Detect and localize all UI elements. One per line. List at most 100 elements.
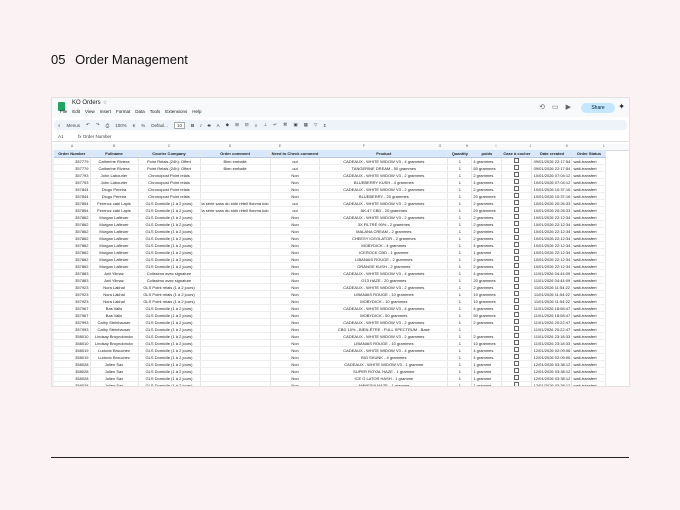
table-cell[interactable]: Bas Valls <box>90 304 139 312</box>
italic-icon[interactable]: I <box>200 123 201 128</box>
checkbox[interactable] <box>514 333 520 338</box>
table-cell[interactable]: GLS Domicile (1 à 2 jours) <box>138 332 201 340</box>
checkbox[interactable] <box>514 221 520 226</box>
checkbox[interactable] <box>514 277 520 282</box>
table-cell[interactable]: GLS Domicile (1 à 2 jours) <box>138 346 201 354</box>
table-cell[interactable]: 2 grammes <box>471 332 503 340</box>
table-cell[interactable]: Non <box>270 346 321 354</box>
table-cell[interactable]: Nora Lakhal <box>90 283 139 291</box>
table-cell[interactable]: Non <box>270 269 321 277</box>
table-cell[interactable]: wait-transfert <box>571 199 607 207</box>
table-cell[interactable] <box>200 304 271 312</box>
table-cell[interactable]: wait-transfert <box>571 220 607 228</box>
share-button[interactable]: Share <box>581 103 615 113</box>
table-cell[interactable]: 357862 <box>54 213 91 221</box>
table-cell[interactable]: Catherine Riviera <box>90 164 139 172</box>
menu-item-view[interactable]: View <box>85 109 95 114</box>
table-cell[interactable]: GLS Domicile (1 à 2 jours) <box>138 262 201 270</box>
table-cell[interactable]: Non <box>270 185 321 193</box>
menu-item-format[interactable]: Format <box>116 109 130 114</box>
gemini-icon[interactable]: ✦ <box>618 102 625 111</box>
table-cell[interactable]: Non <box>270 255 321 263</box>
table-cell[interactable]: 50 grammes <box>471 164 503 172</box>
table-cell[interactable]: SUPER ROYAL HAZE - 1 gramme <box>319 367 449 375</box>
column-letter[interactable]: H <box>452 144 482 148</box>
table-cell[interactable] <box>200 185 271 193</box>
table-cell[interactable]: 2 grammes <box>471 220 503 228</box>
table-cell[interactable]: Non <box>270 360 321 368</box>
table-cell[interactable]: 357862 <box>54 255 91 263</box>
table-cell[interactable]: 1 <box>447 283 473 291</box>
table-cell[interactable]: GLS Domicile (1 à 2 jours) <box>138 234 201 242</box>
table-cell[interactable]: 1 <box>447 318 473 326</box>
table-cell[interactable]: MOBYDICK - 10 grammes <box>319 297 449 305</box>
table-cell[interactable]: 4 grammes <box>471 157 503 165</box>
table-cell[interactable]: GLS Domicile (1 à 2 jours) <box>138 325 201 333</box>
table-cell[interactable]: 11/01/2026 04:44:09 <box>531 276 573 284</box>
table-cell[interactable]: GLS Domicile (1 à 2 jours) <box>138 206 201 214</box>
table-cell-checkbox[interactable] <box>501 381 533 386</box>
table-cell[interactable]: 12/01/2026 03:38:12 <box>531 374 573 382</box>
table-cell-checkbox[interactable] <box>501 339 533 347</box>
checkbox[interactable] <box>514 326 520 331</box>
table-cell[interactable]: 4 grammes <box>471 269 503 277</box>
table-cell[interactable]: 11/01/2026 18:08:47 <box>531 304 573 312</box>
table-cell[interactable]: Morgan Lafleuer <box>90 255 139 263</box>
table-cell[interactable]: GLS Domicile (1 à 2 jours) <box>138 227 201 235</box>
table-cell[interactable]: 4 grammes <box>471 353 503 361</box>
table-cell[interactable] <box>200 178 271 186</box>
table-cell[interactable]: 11/01/2026 23:18:33 <box>531 339 573 347</box>
table-cell-checkbox[interactable] <box>501 234 533 242</box>
table-cell[interactable]: 1 <box>447 311 473 319</box>
link-icon[interactable]: ⌘ <box>283 122 288 128</box>
table-cell[interactable]: wait-transfert <box>571 185 607 193</box>
table-cell-checkbox[interactable] <box>501 283 533 291</box>
table-cell[interactable]: 1 <box>447 178 473 186</box>
table-cell[interactable] <box>200 227 271 235</box>
table-cell-checkbox[interactable] <box>501 276 533 284</box>
table-cell-checkbox[interactable] <box>501 213 533 221</box>
table-cell[interactable]: la série sans du stdn rétell lfonma kdo <box>200 199 271 207</box>
table-cell[interactable]: 10/01/2026 22:12:34 <box>531 227 573 235</box>
table-cell[interactable]: Colissimo avec signature <box>138 269 201 277</box>
table-cell[interactable]: GLS Point relais (1 à 2 jours) <box>138 297 201 305</box>
table-cell[interactable]: wait-transfert <box>571 346 607 354</box>
table-cell[interactable]: Morgan Lafleuer <box>90 220 139 228</box>
table-cell[interactable]: Catherine Riviera <box>90 157 139 165</box>
table-cell[interactable]: 1 <box>447 269 473 277</box>
table-cell[interactable]: CADEAUX - WHITE WIDOW V3 - 2 grammes <box>319 283 449 291</box>
table-cell[interactable]: Ludovic Brouchez <box>90 353 139 361</box>
checkbox[interactable] <box>514 165 520 170</box>
table-cell[interactable]: wait-transfert <box>571 339 607 347</box>
menu-item-insert[interactable]: Insert <box>100 109 111 114</box>
column-letter[interactable]: K <box>550 144 584 148</box>
table-cell-checkbox[interactable] <box>501 346 533 354</box>
table-cell[interactable]: GLS Domicile (1 à 2 jours) <box>138 199 201 207</box>
table-cell[interactable]: 357967 <box>54 304 91 312</box>
table-cell[interactable]: 10/01/2026 20:26:33 <box>531 206 573 214</box>
table-cell[interactable]: Non <box>270 283 321 291</box>
column-header[interactable]: Need to Check comment <box>270 150 321 158</box>
table-cell-checkbox[interactable] <box>501 248 533 256</box>
table-cell-checkbox[interactable] <box>501 332 533 340</box>
table-cell[interactable]: CADEAUX - WHITE WIDOW V3 - 1 gramme <box>319 360 449 368</box>
table-cell[interactable]: 1 <box>447 185 473 193</box>
table-cell[interactable]: 358019 <box>54 346 91 354</box>
table-cell[interactable]: wait-transfert <box>571 192 607 200</box>
menus-button[interactable]: Menus <box>67 123 81 128</box>
checkbox[interactable] <box>514 375 520 380</box>
checkbox[interactable] <box>514 340 520 345</box>
table-cell[interactable] <box>200 276 271 284</box>
table-cell[interactable]: wait-transfert <box>571 311 607 319</box>
column-letter[interactable]: B <box>90 144 138 148</box>
table-cell[interactable]: 1 <box>447 192 473 200</box>
table-cell-checkbox[interactable] <box>501 367 533 375</box>
table-cell[interactable]: 1 <box>447 206 473 214</box>
table-cell[interactable]: GLS Domicile (1 à 2 jours) <box>138 220 201 228</box>
table-cell[interactable]: 10/01/2026 22:12:34 <box>531 241 573 249</box>
table-cell[interactable]: Non <box>270 276 321 284</box>
table-cell[interactable]: 358028 <box>54 381 91 386</box>
table-cell[interactable]: 1 <box>447 360 473 368</box>
checkbox[interactable] <box>514 193 520 198</box>
table-cell[interactable]: 10/01/2026 22:12:34 <box>531 220 573 228</box>
